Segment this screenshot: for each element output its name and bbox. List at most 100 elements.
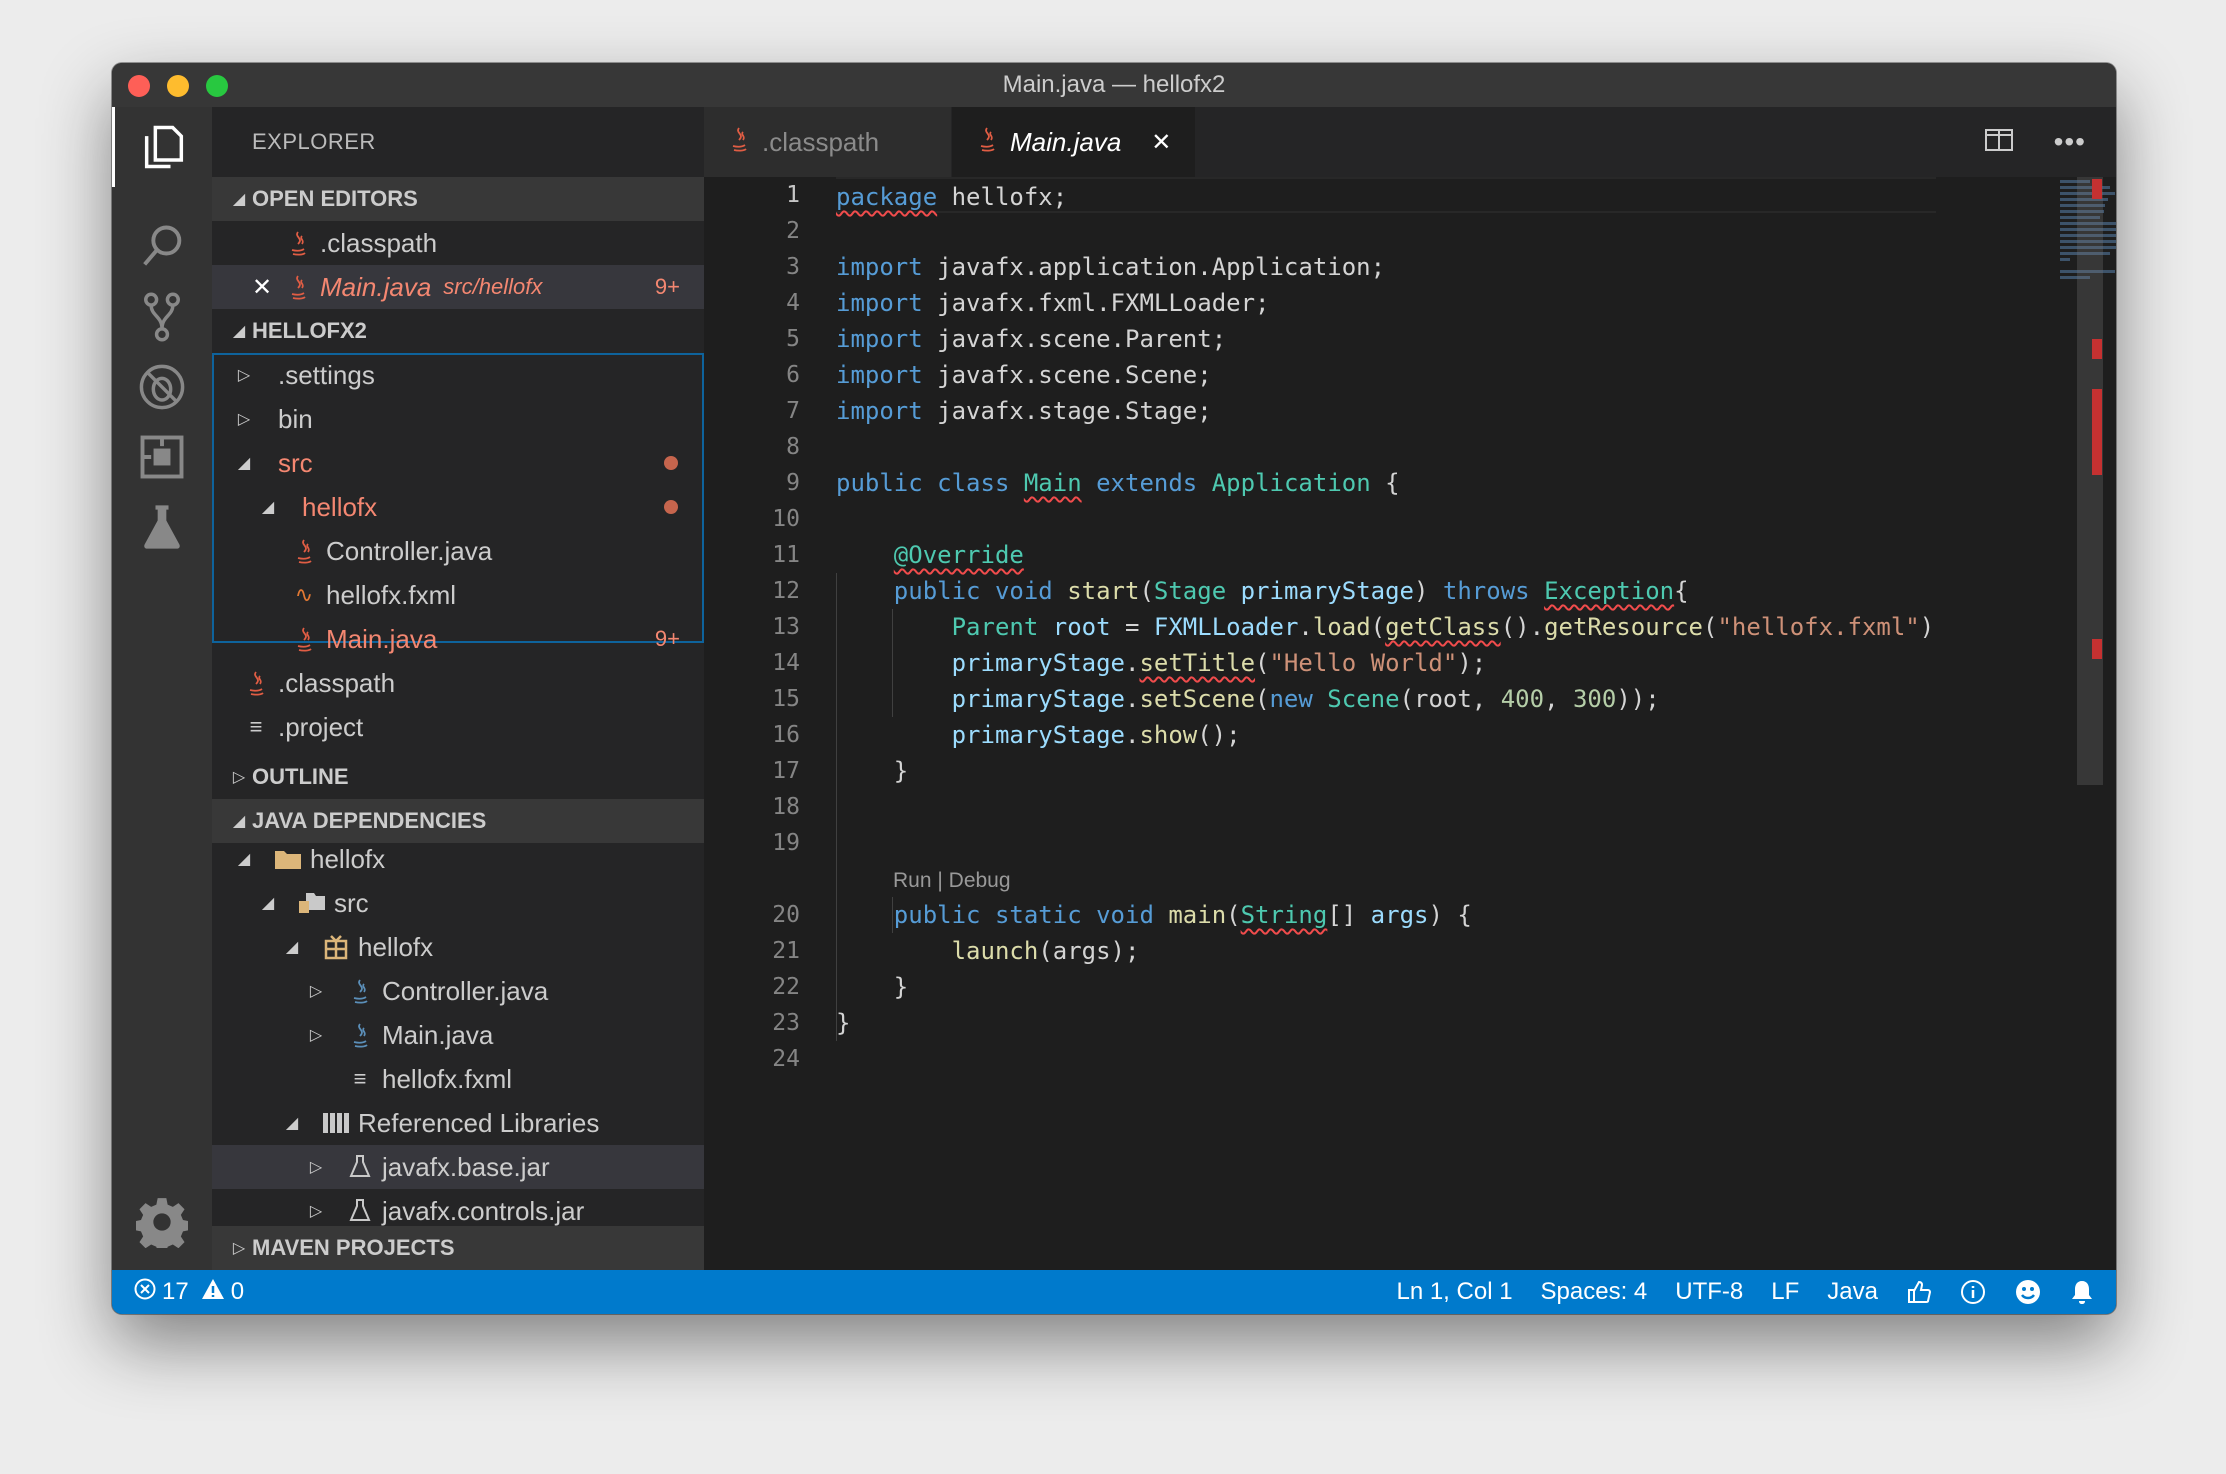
tree-item-main[interactable]: Main.java 9+ — [212, 617, 704, 661]
java-file-icon — [976, 126, 998, 159]
project-header[interactable]: ◢ HELLOFX2 — [212, 309, 704, 353]
open-editors-header[interactable]: ◢ OPEN EDITORS — [212, 177, 704, 221]
traffic-lights — [128, 75, 228, 97]
close-tab-icon[interactable]: ✕ — [1151, 128, 1171, 157]
package-folder-icon — [296, 891, 328, 915]
section-label: OPEN EDITORS — [252, 186, 418, 211]
tree-label: javafx.controls.jar — [382, 1195, 585, 1226]
minimize-window-button[interactable] — [167, 75, 189, 97]
section-label: JAVA DEPENDENCIES — [252, 808, 487, 833]
gear-icon[interactable] — [112, 1182, 212, 1262]
dep-item-main[interactable]: ▷ Main.java — [212, 1013, 704, 1057]
tree-item-src[interactable]: ◢ src — [212, 441, 704, 485]
expand-icon: ▷ — [309, 1159, 323, 1176]
code-line: package hellofx; — [836, 177, 1936, 213]
title-bar: Main.java — hellofx2 — [112, 63, 2116, 107]
dep-item-package[interactable]: ◢ hellofx — [212, 925, 704, 969]
tree-label: hellofx — [358, 931, 434, 962]
error-marker — [2092, 389, 2102, 475]
open-editor-item-active[interactable]: ✕ Main.java src/hellofx 9+ — [212, 265, 704, 309]
code-editor[interactable]: 1 2 3 4 5 6 7 8 9 10 11 12 13 14 15 16 17 18 19 20 21 22 23 24 … — [704, 177, 2116, 1270]
tree-item-project[interactable]: ≡ .project — [212, 705, 704, 749]
line-number: 2 — [786, 218, 800, 244]
cursor-position[interactable]: Ln 1, Col 1 — [1396, 1278, 1512, 1306]
tree-label: Main.java — [326, 623, 438, 654]
code-line: @Override — [893, 541, 1024, 569]
error-marker — [2092, 339, 2102, 359]
open-editor-item[interactable]: .classpath — [212, 221, 704, 265]
notifications-bell-icon[interactable] — [2070, 1279, 2094, 1305]
source-control-icon[interactable] — [112, 277, 212, 357]
line-number: 8 — [786, 434, 800, 460]
error-count: 17 — [162, 1278, 189, 1305]
language-mode[interactable]: Java — [1827, 1278, 1878, 1306]
java-class-icon — [344, 978, 376, 1004]
tree-item-controller[interactable]: Controller.java — [212, 529, 704, 573]
line-number: 16 — [772, 722, 800, 748]
feedback-smiley-icon[interactable] — [2014, 1278, 2042, 1306]
collapse-icon: ◢ — [285, 1115, 299, 1132]
tree-item-fxml[interactable]: ∿ hellofx.fxml — [212, 573, 704, 617]
tree-item-classpath[interactable]: .classpath — [212, 661, 704, 705]
debug-icon[interactable] — [112, 347, 212, 427]
tree-item-hellofx[interactable]: ◢ hellofx — [212, 485, 704, 529]
line-number: 10 — [772, 506, 800, 532]
expand-icon: ▷ — [232, 1240, 246, 1257]
code-line: public class Main extends Application { — [836, 469, 1400, 497]
search-icon[interactable] — [112, 207, 212, 287]
test-flask-icon[interactable] — [112, 487, 212, 567]
line-ending[interactable]: LF — [1771, 1278, 1799, 1306]
code-line: primaryStage.setTitle("Hello World"); — [951, 649, 1487, 677]
tab-label: Main.java — [1010, 126, 1122, 157]
tab-label: .classpath — [762, 126, 880, 157]
close-icon[interactable]: ✕ — [252, 273, 282, 302]
run-debug-codelens[interactable]: Run | Debug — [836, 861, 1936, 897]
problem-badge: 9+ — [654, 274, 680, 299]
info-icon[interactable] — [1960, 1279, 1986, 1305]
dep-item-libraries[interactable]: ◢ Referenced Libraries — [212, 1101, 704, 1145]
code-line: launch(args); — [951, 937, 1140, 965]
encoding[interactable]: UTF-8 — [1675, 1278, 1743, 1306]
warning-count: 0 — [230, 1278, 245, 1305]
code-line: } — [836, 973, 909, 1001]
tree-item-settings[interactable]: ▷ .settings — [212, 353, 704, 397]
error-icon — [134, 1278, 156, 1307]
problems-indicator[interactable]: 17 0 — [134, 1278, 244, 1307]
split-editor-icon[interactable] — [1984, 128, 2014, 157]
dep-item-fxml[interactable]: ≡ hellofx.fxml — [212, 1057, 704, 1101]
thumbs-up-icon[interactable] — [1906, 1279, 1932, 1305]
outline-header[interactable]: ▷ OUTLINE — [212, 755, 704, 799]
rss-icon: ∿ — [294, 582, 314, 607]
zoom-window-button[interactable] — [206, 75, 228, 97]
dep-item-controller[interactable]: ▷ Controller.java — [212, 969, 704, 1013]
editor-actions: ••• — [1984, 107, 2086, 177]
expand-icon: ▷ — [237, 367, 251, 384]
code-line: primaryStage.show(); — [951, 721, 1241, 749]
tab-main-java[interactable]: Main.java ✕ — [952, 107, 1197, 177]
tree-label: javafx.base.jar — [382, 1151, 550, 1182]
indentation[interactable]: Spaces: 4 — [1541, 1278, 1648, 1306]
dep-item-base-jar[interactable]: ▷ javafx.base.jar — [212, 1145, 704, 1189]
jar-icon — [344, 1154, 376, 1180]
line-number: 19 — [772, 830, 800, 856]
maven-projects-header[interactable]: ▷ MAVEN PROJECTS — [212, 1226, 704, 1270]
dep-item-project[interactable]: ◢ hellofx — [212, 837, 704, 881]
line-number — [704, 861, 800, 897]
files-icon[interactable] — [112, 107, 212, 187]
code-area[interactable]: package hellofx; import javafx.applicati… — [836, 177, 1936, 1077]
dep-item-src[interactable]: ◢ src — [212, 881, 704, 925]
extensions-icon[interactable] — [112, 417, 212, 497]
line-number: 7 — [786, 398, 800, 424]
tab-classpath[interactable]: .classpath — [704, 107, 952, 177]
more-actions-icon[interactable]: ••• — [2054, 126, 2086, 158]
close-window-button[interactable] — [128, 75, 150, 97]
section-label: MAVEN PROJECTS — [252, 1235, 455, 1260]
vertical-scrollbar[interactable] — [2077, 177, 2103, 785]
tree-item-bin[interactable]: ▷ bin — [212, 397, 704, 441]
library-icon — [320, 1111, 352, 1135]
